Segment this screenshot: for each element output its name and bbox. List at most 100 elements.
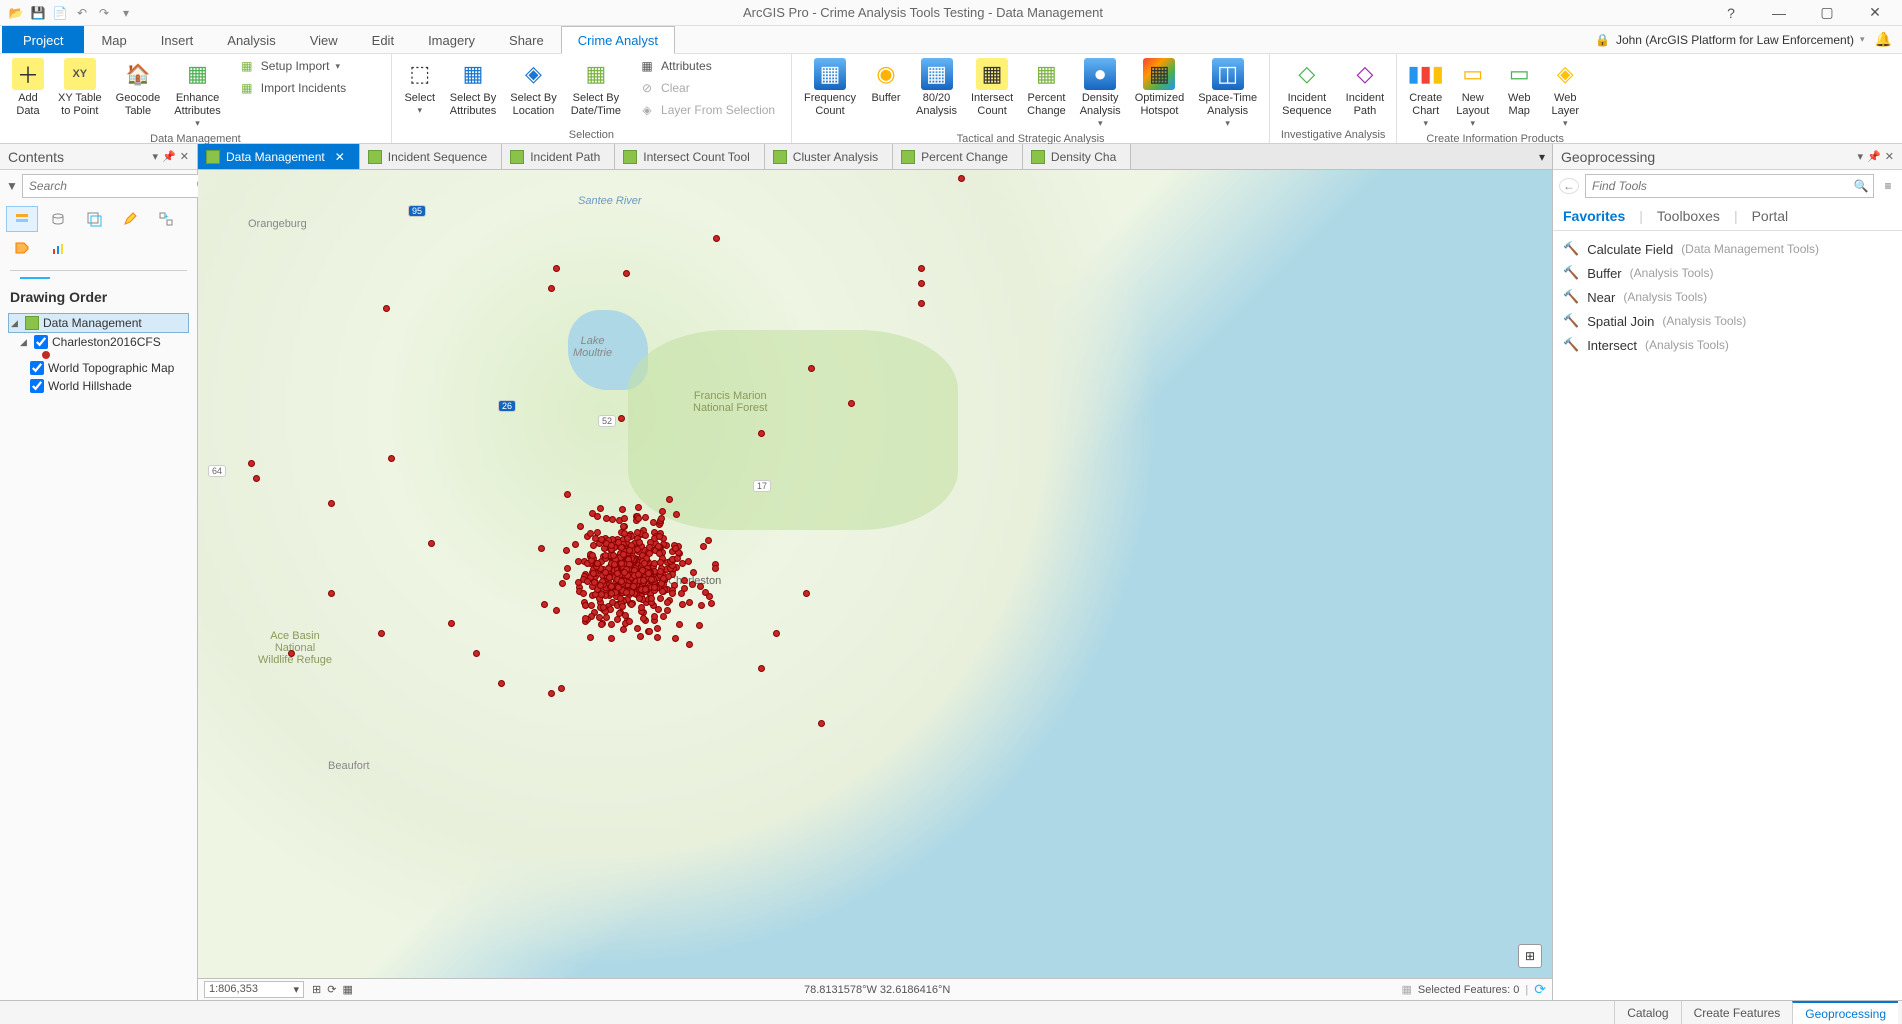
refresh-selection-icon[interactable]: ⟳ <box>1534 981 1546 998</box>
gp-back-button[interactable]: ← <box>1559 178 1579 194</box>
map-tab-percent-change[interactable]: Percent Change <box>893 144 1023 169</box>
panel-dropdown-icon[interactable]: ▾ <box>1858 150 1864 163</box>
map-tab-incident-path[interactable]: Incident Path <box>502 144 615 169</box>
tab-imagery[interactable]: Imagery <box>411 26 492 53</box>
list-by-editing-icon[interactable] <box>114 206 146 232</box>
gp-tab-toolboxes[interactable]: Toolboxes <box>1657 208 1720 224</box>
search-icon[interactable]: 🔍 <box>1849 179 1873 193</box>
toc-layer-hillshade[interactable]: World Hillshade <box>8 377 189 395</box>
help-button[interactable]: ? <box>1708 0 1754 26</box>
qat-customize-icon[interactable]: ▾ <box>118 5 134 21</box>
add-data-button[interactable]: ＋Add Data <box>6 56 50 120</box>
incident-path-button[interactable]: ◇Incident Path <box>1340 56 1391 120</box>
redo-icon[interactable]: ↷ <box>96 5 112 21</box>
gp-search[interactable]: 🔍 <box>1585 174 1874 198</box>
space-time-analysis-button[interactable]: ◫Space-Time Analysis <box>1192 56 1263 131</box>
filter-icon[interactable]: ▼ <box>6 179 18 193</box>
contents-search[interactable]: 🔍 <box>22 174 217 198</box>
setup-import-button[interactable]: ▦Setup Import <box>235 56 385 76</box>
panel-close-icon[interactable]: ✕ <box>1885 150 1894 163</box>
incident-sequence-button[interactable]: ◇Incident Sequence <box>1276 56 1338 120</box>
buffer-button[interactable]: ◉Buffer <box>864 56 908 107</box>
frequency-count-button[interactable]: ▦Frequency Count <box>798 56 862 120</box>
optimized-hotspot-button[interactable]: ▦Optimized Hotspot <box>1129 56 1191 120</box>
percent-change-button[interactable]: ▦Percent Change <box>1021 56 1072 120</box>
map-navigator-icon[interactable]: ⊞ <box>1518 944 1542 968</box>
gp-menu-icon[interactable]: ≡ <box>1880 179 1896 193</box>
notification-bell-icon[interactable]: 🔔 <box>1875 31 1892 48</box>
panel-close-icon[interactable]: ✕ <box>180 150 189 163</box>
map-tab-intersect-count[interactable]: Intersect Count Tool <box>615 144 765 169</box>
intersect-count-button[interactable]: ▦Intersect Count <box>965 56 1019 120</box>
tab-edit[interactable]: Edit <box>355 26 411 53</box>
select-by-location-button[interactable]: ◈Select By Location <box>504 56 562 120</box>
open-project-icon[interactable]: 📂 <box>8 5 24 21</box>
close-button[interactable]: ✕ <box>1852 0 1898 26</box>
list-by-labeling-icon[interactable] <box>6 236 38 262</box>
panel-pin-icon[interactable]: 📌 <box>1867 150 1881 163</box>
tab-insert[interactable]: Insert <box>144 26 211 53</box>
gp-tool-intersect[interactable]: 🔨Intersect (Analysis Tools) <box>1563 333 1892 357</box>
tab-map[interactable]: Map <box>84 26 143 53</box>
gp-tool-buffer[interactable]: 🔨Buffer (Analysis Tools) <box>1563 261 1892 285</box>
footer-tab-geoprocessing[interactable]: Geoprocessing <box>1792 1001 1898 1024</box>
toc-layer-topo[interactable]: World Topographic Map <box>8 359 189 377</box>
tab-view[interactable]: View <box>293 26 355 53</box>
pause-drawing-icon[interactable]: ⊞ <box>312 983 321 996</box>
list-by-drawing-order-icon[interactable] <box>6 206 38 232</box>
refresh-icon[interactable]: ⟳ <box>327 983 336 996</box>
user-chip[interactable]: 🔒 John (ArcGIS Platform for Law Enforcem… <box>1595 33 1865 47</box>
select-by-attributes-button[interactable]: ▦Select By Attributes <box>444 56 502 120</box>
gp-tool-spatial-join[interactable]: 🔨Spatial Join (Analysis Tools) <box>1563 309 1892 333</box>
map-tab-cluster-analysis[interactable]: Cluster Analysis <box>765 144 893 169</box>
list-by-chart-icon[interactable] <box>42 236 74 262</box>
geocode-table-button[interactable]: 🏠Geocode Table <box>110 56 167 120</box>
layer-from-selection-button[interactable]: ◈Layer From Selection <box>635 100 785 120</box>
gp-tab-favorites[interactable]: Favorites <box>1563 208 1625 224</box>
web-map-button[interactable]: ▭Web Map <box>1497 56 1541 120</box>
map-tab-incident-sequence[interactable]: Incident Sequence <box>360 144 502 169</box>
list-by-snapping-icon[interactable]: + <box>150 206 182 232</box>
new-project-icon[interactable]: 📄 <box>52 5 68 21</box>
toc-map-root[interactable]: ◢ Data Management <box>8 313 189 333</box>
clear-selection-button[interactable]: ⊘Clear <box>635 78 785 98</box>
map-tab-data-management[interactable]: Data Management✕ <box>198 144 360 169</box>
grid-icon[interactable]: ▦ <box>342 983 352 996</box>
select-by-datetime-button[interactable]: ▦Select By Date/Time <box>565 56 627 120</box>
tab-analysis[interactable]: Analysis <box>210 26 292 53</box>
gp-tab-portal[interactable]: Portal <box>1752 208 1789 224</box>
undo-icon[interactable]: ↶ <box>74 5 90 21</box>
toc-layer-charleston[interactable]: ◢ Charleston2016CFS <box>8 333 189 351</box>
8020-analysis-button[interactable]: ▦80/20 Analysis <box>910 56 963 120</box>
layer-visibility-checkbox[interactable] <box>30 379 44 393</box>
gp-search-input[interactable] <box>1586 179 1849 193</box>
map-view[interactable]: Orangeburg Beaufort Lake Moultrie Santee… <box>198 170 1552 978</box>
minimize-button[interactable]: — <box>1756 0 1802 26</box>
tab-project[interactable]: Project <box>2 26 84 53</box>
close-icon[interactable]: ✕ <box>335 150 345 164</box>
panel-pin-icon[interactable]: 📌 <box>162 150 176 163</box>
tab-crime-analyst[interactable]: Crime Analyst <box>561 26 675 54</box>
footer-tab-catalog[interactable]: Catalog <box>1614 1001 1680 1024</box>
footer-tab-create-features[interactable]: Create Features <box>1681 1001 1793 1024</box>
scale-combo[interactable]: 1:806,353▾ <box>204 981 304 998</box>
create-chart-button[interactable]: ▮▮▮Create Chart <box>1403 56 1448 131</box>
list-by-selection-icon[interactable] <box>78 206 110 232</box>
map-tabs-overflow-icon[interactable]: ▾ <box>1532 144 1552 169</box>
maximize-button[interactable]: ▢ <box>1804 0 1850 26</box>
density-analysis-button[interactable]: ●Density Analysis <box>1074 56 1127 131</box>
enhance-attributes-button[interactable]: ▦Enhance Attributes <box>168 56 226 131</box>
save-project-icon[interactable]: 💾 <box>30 5 46 21</box>
layer-visibility-checkbox[interactable] <box>30 361 44 375</box>
gp-tool-calculate-field[interactable]: 🔨Calculate Field (Data Management Tools) <box>1563 237 1892 261</box>
web-layer-button[interactable]: ◈Web Layer <box>1543 56 1587 131</box>
contents-search-input[interactable] <box>23 179 192 193</box>
import-incidents-button[interactable]: ▦Import Incidents <box>235 78 385 98</box>
new-layout-button[interactable]: ▭New Layout <box>1450 56 1495 131</box>
list-by-source-icon[interactable] <box>42 206 74 232</box>
gp-tool-near[interactable]: 🔨Near (Analysis Tools) <box>1563 285 1892 309</box>
map-tab-density[interactable]: Density Cha <box>1023 144 1131 169</box>
xy-table-to-point-button[interactable]: XYXY Table to Point <box>52 56 108 120</box>
layer-visibility-checkbox[interactable] <box>34 335 48 349</box>
select-button[interactable]: ⬚Select <box>398 56 442 118</box>
